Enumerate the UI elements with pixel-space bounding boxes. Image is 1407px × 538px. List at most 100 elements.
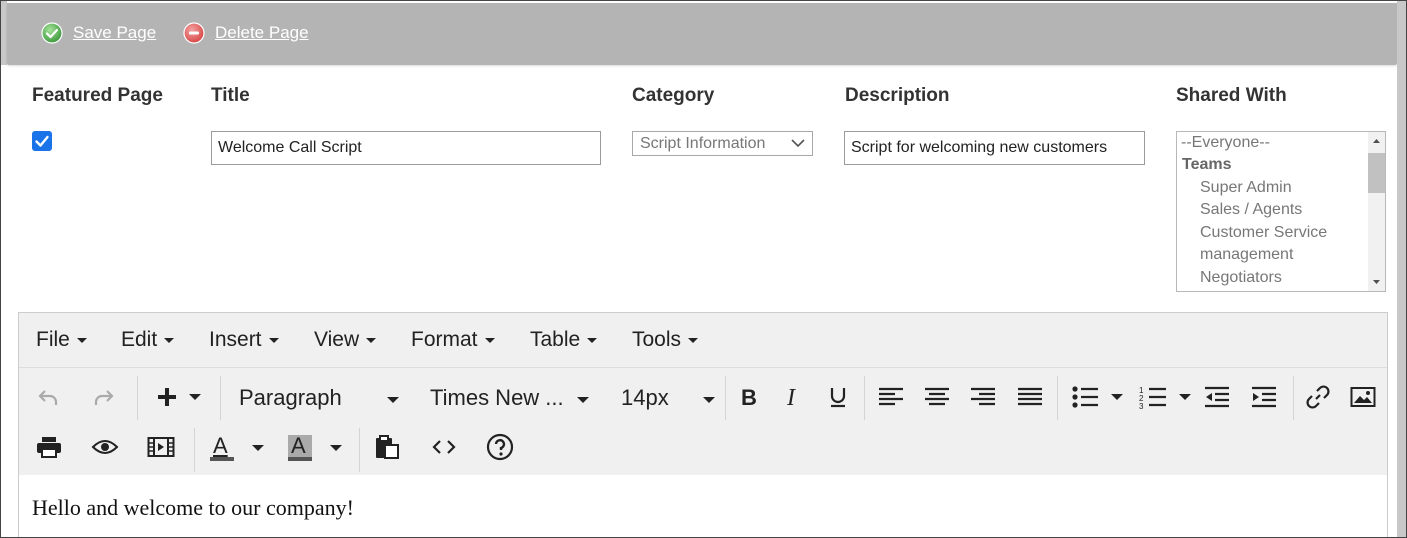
menu-tools-label: Tools xyxy=(632,328,682,351)
italic-button[interactable]: I xyxy=(779,382,809,412)
underline-icon xyxy=(830,388,846,408)
description-input[interactable]: Script for welcoming new customers xyxy=(844,131,1145,165)
source-code-icon xyxy=(432,440,456,454)
check-circle-icon xyxy=(41,22,63,44)
media-button[interactable] xyxy=(146,432,176,462)
redo-icon xyxy=(94,390,114,405)
shared-option-everyone[interactable]: --Everyone-- xyxy=(1181,134,1270,152)
align-center-button[interactable] xyxy=(922,382,952,412)
caret-down-icon xyxy=(189,394,201,400)
indent-button[interactable] xyxy=(1249,382,1279,412)
caret-down-icon xyxy=(688,337,699,343)
delete-page-label: Delete Page xyxy=(215,23,309,42)
shared-option-super-admin[interactable]: Super Admin xyxy=(1200,179,1292,197)
help-icon xyxy=(486,433,514,461)
action-bar: Save Page Delete Page xyxy=(7,3,1397,65)
underline-button[interactable] xyxy=(823,382,853,412)
caret-down-icon xyxy=(330,445,342,451)
caret-down-icon xyxy=(366,337,377,343)
shared-group-teams: Teams xyxy=(1182,156,1232,173)
category-label: Category xyxy=(632,85,715,106)
menu-format-label: Format xyxy=(411,328,478,351)
listbox-scrollbar[interactable] xyxy=(1368,132,1385,291)
source-code-button[interactable] xyxy=(429,432,459,462)
menu-edit[interactable]: Edit xyxy=(121,328,175,352)
caret-down-icon xyxy=(387,397,399,403)
category-select[interactable]: Script Information xyxy=(632,131,813,156)
print-icon xyxy=(37,437,61,458)
caret-down-icon xyxy=(76,337,87,343)
align-justify-button[interactable] xyxy=(1015,382,1045,412)
bold-button[interactable]: B xyxy=(735,382,765,412)
editor-content-area[interactable]: Hello and welcome to our company! xyxy=(19,475,1387,537)
editor-toolbar: Paragraph Times New ... 14px B I 1 2 3 A… xyxy=(19,367,1387,477)
link-button[interactable] xyxy=(1303,382,1333,412)
caret-down-icon xyxy=(703,397,715,403)
bullet-list-button[interactable] xyxy=(1067,382,1127,412)
editor-content-text[interactable]: Hello and welcome to our company! xyxy=(32,495,354,521)
numbered-list-button[interactable]: 123 xyxy=(1135,382,1195,412)
menu-insert[interactable]: Insert xyxy=(209,328,279,352)
menu-tools[interactable]: Tools xyxy=(632,328,699,352)
image-button[interactable] xyxy=(1348,382,1378,412)
undo-icon xyxy=(38,390,58,405)
shared-option-negotiators[interactable]: Negotiators xyxy=(1200,269,1282,287)
align-left-button[interactable] xyxy=(876,382,906,412)
font-size-select[interactable]: 14px xyxy=(621,385,669,411)
chevron-down-icon xyxy=(791,139,805,148)
save-page-button[interactable]: Save Page xyxy=(41,21,156,45)
title-label: Title xyxy=(211,85,250,106)
link-icon xyxy=(1306,385,1330,409)
outdent-button[interactable] xyxy=(1202,382,1232,412)
preview-button[interactable] xyxy=(90,432,120,462)
text-color-button[interactable]: A xyxy=(206,432,266,464)
svg-text:A: A xyxy=(213,433,228,458)
toolbar-separator xyxy=(1293,376,1294,420)
print-button[interactable] xyxy=(34,432,64,462)
listbox-scroll-thumb[interactable] xyxy=(1368,153,1385,193)
font-family-select[interactable]: Times New ... xyxy=(430,385,564,411)
minus-circle-icon xyxy=(183,22,205,44)
numbered-list-icon: 123 xyxy=(1139,386,1166,410)
scroll-up-icon[interactable] xyxy=(1368,134,1385,148)
shared-with-label: Shared With xyxy=(1176,85,1287,106)
caret-down-icon xyxy=(577,397,589,403)
menu-format[interactable]: Format xyxy=(411,328,495,352)
align-right-icon xyxy=(971,387,995,406)
scroll-down-icon[interactable] xyxy=(1368,275,1385,289)
align-justify-icon xyxy=(1018,387,1042,406)
menu-insert-label: Insert xyxy=(209,328,262,351)
menu-file-label: File xyxy=(36,328,70,351)
featured-page-checkbox[interactable] xyxy=(32,131,52,151)
shared-option-management[interactable]: management xyxy=(1200,246,1293,264)
featured-page-label: Featured Page xyxy=(32,85,163,106)
align-right-button[interactable] xyxy=(968,382,998,412)
toolbar-separator xyxy=(359,428,360,472)
block-format-select[interactable]: Paragraph xyxy=(239,385,342,411)
insert-button[interactable] xyxy=(153,382,203,412)
insert-plus-icon xyxy=(158,388,176,406)
menu-file[interactable]: File xyxy=(36,328,87,352)
right-edge xyxy=(1397,1,1406,537)
background-color-button[interactable]: A xyxy=(284,432,344,464)
menu-table[interactable]: Table xyxy=(530,328,598,352)
help-button[interactable] xyxy=(485,432,515,462)
menu-table-label: Table xyxy=(530,328,581,351)
undo-button[interactable] xyxy=(33,382,63,412)
menu-view-label: View xyxy=(314,328,360,351)
paste-button[interactable] xyxy=(372,432,402,462)
title-input[interactable]: Welcome Call Script xyxy=(211,131,601,165)
shared-option-sales-agents[interactable]: Sales / Agents xyxy=(1200,201,1302,219)
caret-down-icon xyxy=(164,337,175,343)
shared-with-listbox[interactable]: --Everyone-- Teams Super Admin Sales / A… xyxy=(1176,131,1386,292)
caret-down-icon xyxy=(1111,394,1123,400)
shared-option-customer-service[interactable]: Customer Service xyxy=(1200,224,1327,242)
checkmark-icon xyxy=(35,135,49,147)
delete-page-button[interactable]: Delete Page xyxy=(183,21,309,45)
menu-edit-label: Edit xyxy=(121,328,158,351)
category-select-value: Script Information xyxy=(640,135,766,152)
menu-view[interactable]: View xyxy=(314,328,377,352)
toolbar-separator xyxy=(725,376,726,420)
italic-icon: I xyxy=(786,385,796,409)
redo-button[interactable] xyxy=(89,382,119,412)
